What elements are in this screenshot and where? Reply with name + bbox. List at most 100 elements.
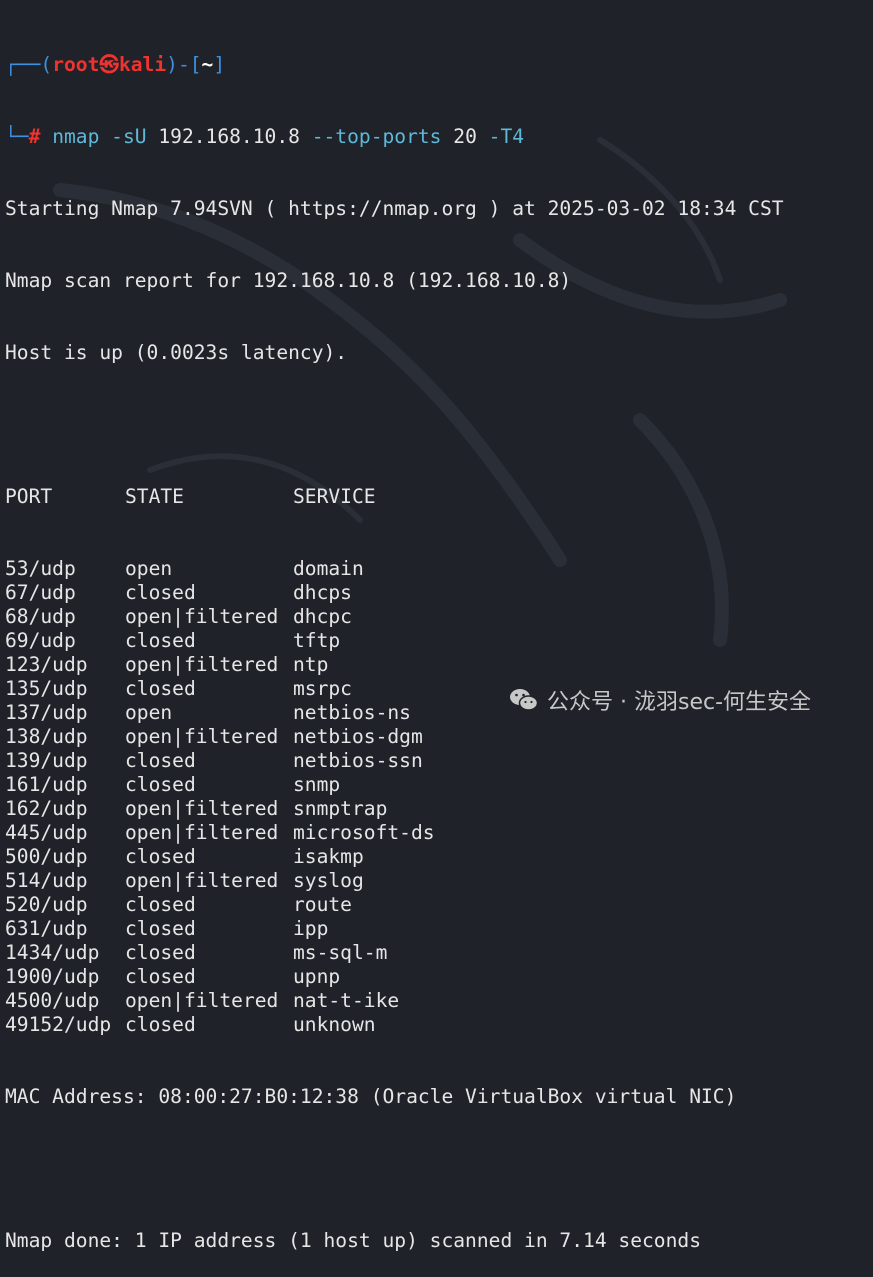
terminal-output: ┌──(root㉿kali)-[~] └─# nmap -sU 192.168.… <box>5 5 868 1277</box>
port-row: 49152/udp closed unknown <box>5 1013 868 1037</box>
service-cell: snmptrap <box>293 797 388 820</box>
command-target: 192.168.10.8 <box>158 125 300 148</box>
state-cell: closed <box>125 581 196 604</box>
port-row: 1900/udp closed upnp <box>5 965 868 989</box>
service-cell: dhcpc <box>293 605 352 628</box>
service-cell: isakmp <box>293 845 364 868</box>
state-cell: closed <box>125 629 196 652</box>
service-cell: netbios-dgm <box>293 725 423 748</box>
port-table: 53/udp open domain 67/udp closed dhcps 68/udp o… <box>5 557 868 1037</box>
state-cell: open|filtered <box>125 821 279 844</box>
port-row: 500/udp closed isakmp <box>5 845 868 869</box>
command-flag-t4: -T4 <box>488 125 525 148</box>
port-row: 68/udp open|filtered dhcpc <box>5 605 868 629</box>
state-cell: closed <box>125 749 196 772</box>
service-cell: msrpc <box>293 677 352 700</box>
port-cell: 139/udp <box>5 749 88 772</box>
port-row: 445/udp open|filtered microsoft-ds <box>5 821 868 845</box>
port-cell: 138/udp <box>5 725 88 748</box>
prompt-cwd: ~ <box>201 53 214 76</box>
state-cell: closed <box>125 965 196 988</box>
port-row: 514/udp open|filtered syslog <box>5 869 868 893</box>
service-cell: microsoft-ds <box>293 821 435 844</box>
watermark-text: 公众号 · 泷羽sec-何生安全 <box>547 690 812 715</box>
prompt-user: root <box>52 53 100 76</box>
command-top-value: 20 <box>453 125 477 148</box>
port-cell: 67/udp <box>5 581 76 604</box>
table-header: PORT STATE SERVICE <box>5 485 868 509</box>
command-name: nmap <box>52 125 100 148</box>
port-cell: 161/udp <box>5 773 88 796</box>
port-row: 1434/udp closed ms-sql-m <box>5 941 868 965</box>
port-cell: 631/udp <box>5 917 88 940</box>
command-line: └─# nmap -sU 192.168.10.8 --top-ports 20… <box>5 125 525 148</box>
prompt-symbol: # <box>28 125 41 148</box>
port-cell: 4500/udp <box>5 989 100 1012</box>
state-cell: open|filtered <box>125 797 279 820</box>
service-cell: snmp <box>293 773 341 796</box>
state-cell: closed <box>125 1013 196 1036</box>
port-row: 139/udp closed netbios-ssn <box>5 749 868 773</box>
port-row: 69/udp closed tftp <box>5 629 868 653</box>
mac-line: MAC Address: 08:00:27:B0:12:38 (Oracle V… <box>5 1085 737 1108</box>
state-cell: open <box>125 557 173 580</box>
port-cell: 1900/udp <box>5 965 100 988</box>
service-cell: netbios-ns <box>293 701 411 724</box>
header-state: STATE <box>125 485 184 508</box>
starting-line: Starting Nmap 7.94SVN ( https://nmap.org… <box>5 197 784 220</box>
report-line: Nmap scan report for 192.168.10.8 (192.1… <box>5 269 572 292</box>
service-cell: ipp <box>293 917 329 940</box>
port-cell: 123/udp <box>5 653 88 676</box>
service-cell: netbios-ssn <box>293 749 423 772</box>
state-cell: closed <box>125 941 196 964</box>
port-row: 520/udp closed route <box>5 893 868 917</box>
state-cell: open|filtered <box>125 989 279 1012</box>
state-cell: open|filtered <box>125 869 279 892</box>
host-up-line: Host is up (0.0023s latency). <box>5 341 348 364</box>
port-row: 161/udp closed snmp <box>5 773 868 797</box>
state-cell: closed <box>125 773 196 796</box>
state-cell: closed <box>125 893 196 916</box>
command-flag-su: -sU <box>111 125 147 148</box>
service-cell: tftp <box>293 629 341 652</box>
port-cell: 514/udp <box>5 869 88 892</box>
wechat-watermark: 公众号 · 泷羽sec-何生安全 <box>509 684 811 716</box>
port-row: 4500/udp open|filtered nat-t-ike <box>5 989 868 1013</box>
state-cell: open|filtered <box>125 725 279 748</box>
port-row: 138/udp open|filtered netbios-dgm <box>5 725 868 749</box>
port-cell: 1434/udp <box>5 941 100 964</box>
port-cell: 137/udp <box>5 701 88 724</box>
port-row: 162/udp open|filtered snmptrap <box>5 797 868 821</box>
state-cell: open|filtered <box>125 605 279 628</box>
state-cell: closed <box>125 845 196 868</box>
state-cell: open <box>125 701 173 724</box>
service-cell: route <box>293 893 352 916</box>
port-cell: 520/udp <box>5 893 88 916</box>
port-cell: 53/udp <box>5 557 76 580</box>
port-row: 123/udp open|filtered ntp <box>5 653 868 677</box>
service-cell: domain <box>293 557 364 580</box>
header-service: SERVICE <box>293 485 376 508</box>
prompt-host: kali <box>118 53 167 76</box>
state-cell: closed <box>125 917 196 940</box>
prompt-line-1: ┌──(root㉿kali)-[~] <box>5 53 226 76</box>
header-port: PORT <box>5 485 53 508</box>
wechat-icon <box>510 689 539 711</box>
port-row: 53/udp open domain <box>5 557 868 581</box>
port-cell: 500/udp <box>5 845 88 868</box>
service-cell: syslog <box>293 869 364 892</box>
state-cell: closed <box>125 677 196 700</box>
port-cell: 162/udp <box>5 797 88 820</box>
service-cell: dhcps <box>293 581 352 604</box>
port-row: 631/udp closed ipp <box>5 917 868 941</box>
service-cell: upnp <box>293 965 341 988</box>
service-cell: unknown <box>293 1013 376 1036</box>
port-cell: 68/udp <box>5 605 76 628</box>
service-cell: ms-sql-m <box>293 941 388 964</box>
port-cell: 49152/udp <box>5 1013 112 1036</box>
port-row: 67/udp closed dhcps <box>5 581 868 605</box>
command-flag-top-ports: --top-ports <box>311 125 442 148</box>
state-cell: open|filtered <box>125 653 279 676</box>
